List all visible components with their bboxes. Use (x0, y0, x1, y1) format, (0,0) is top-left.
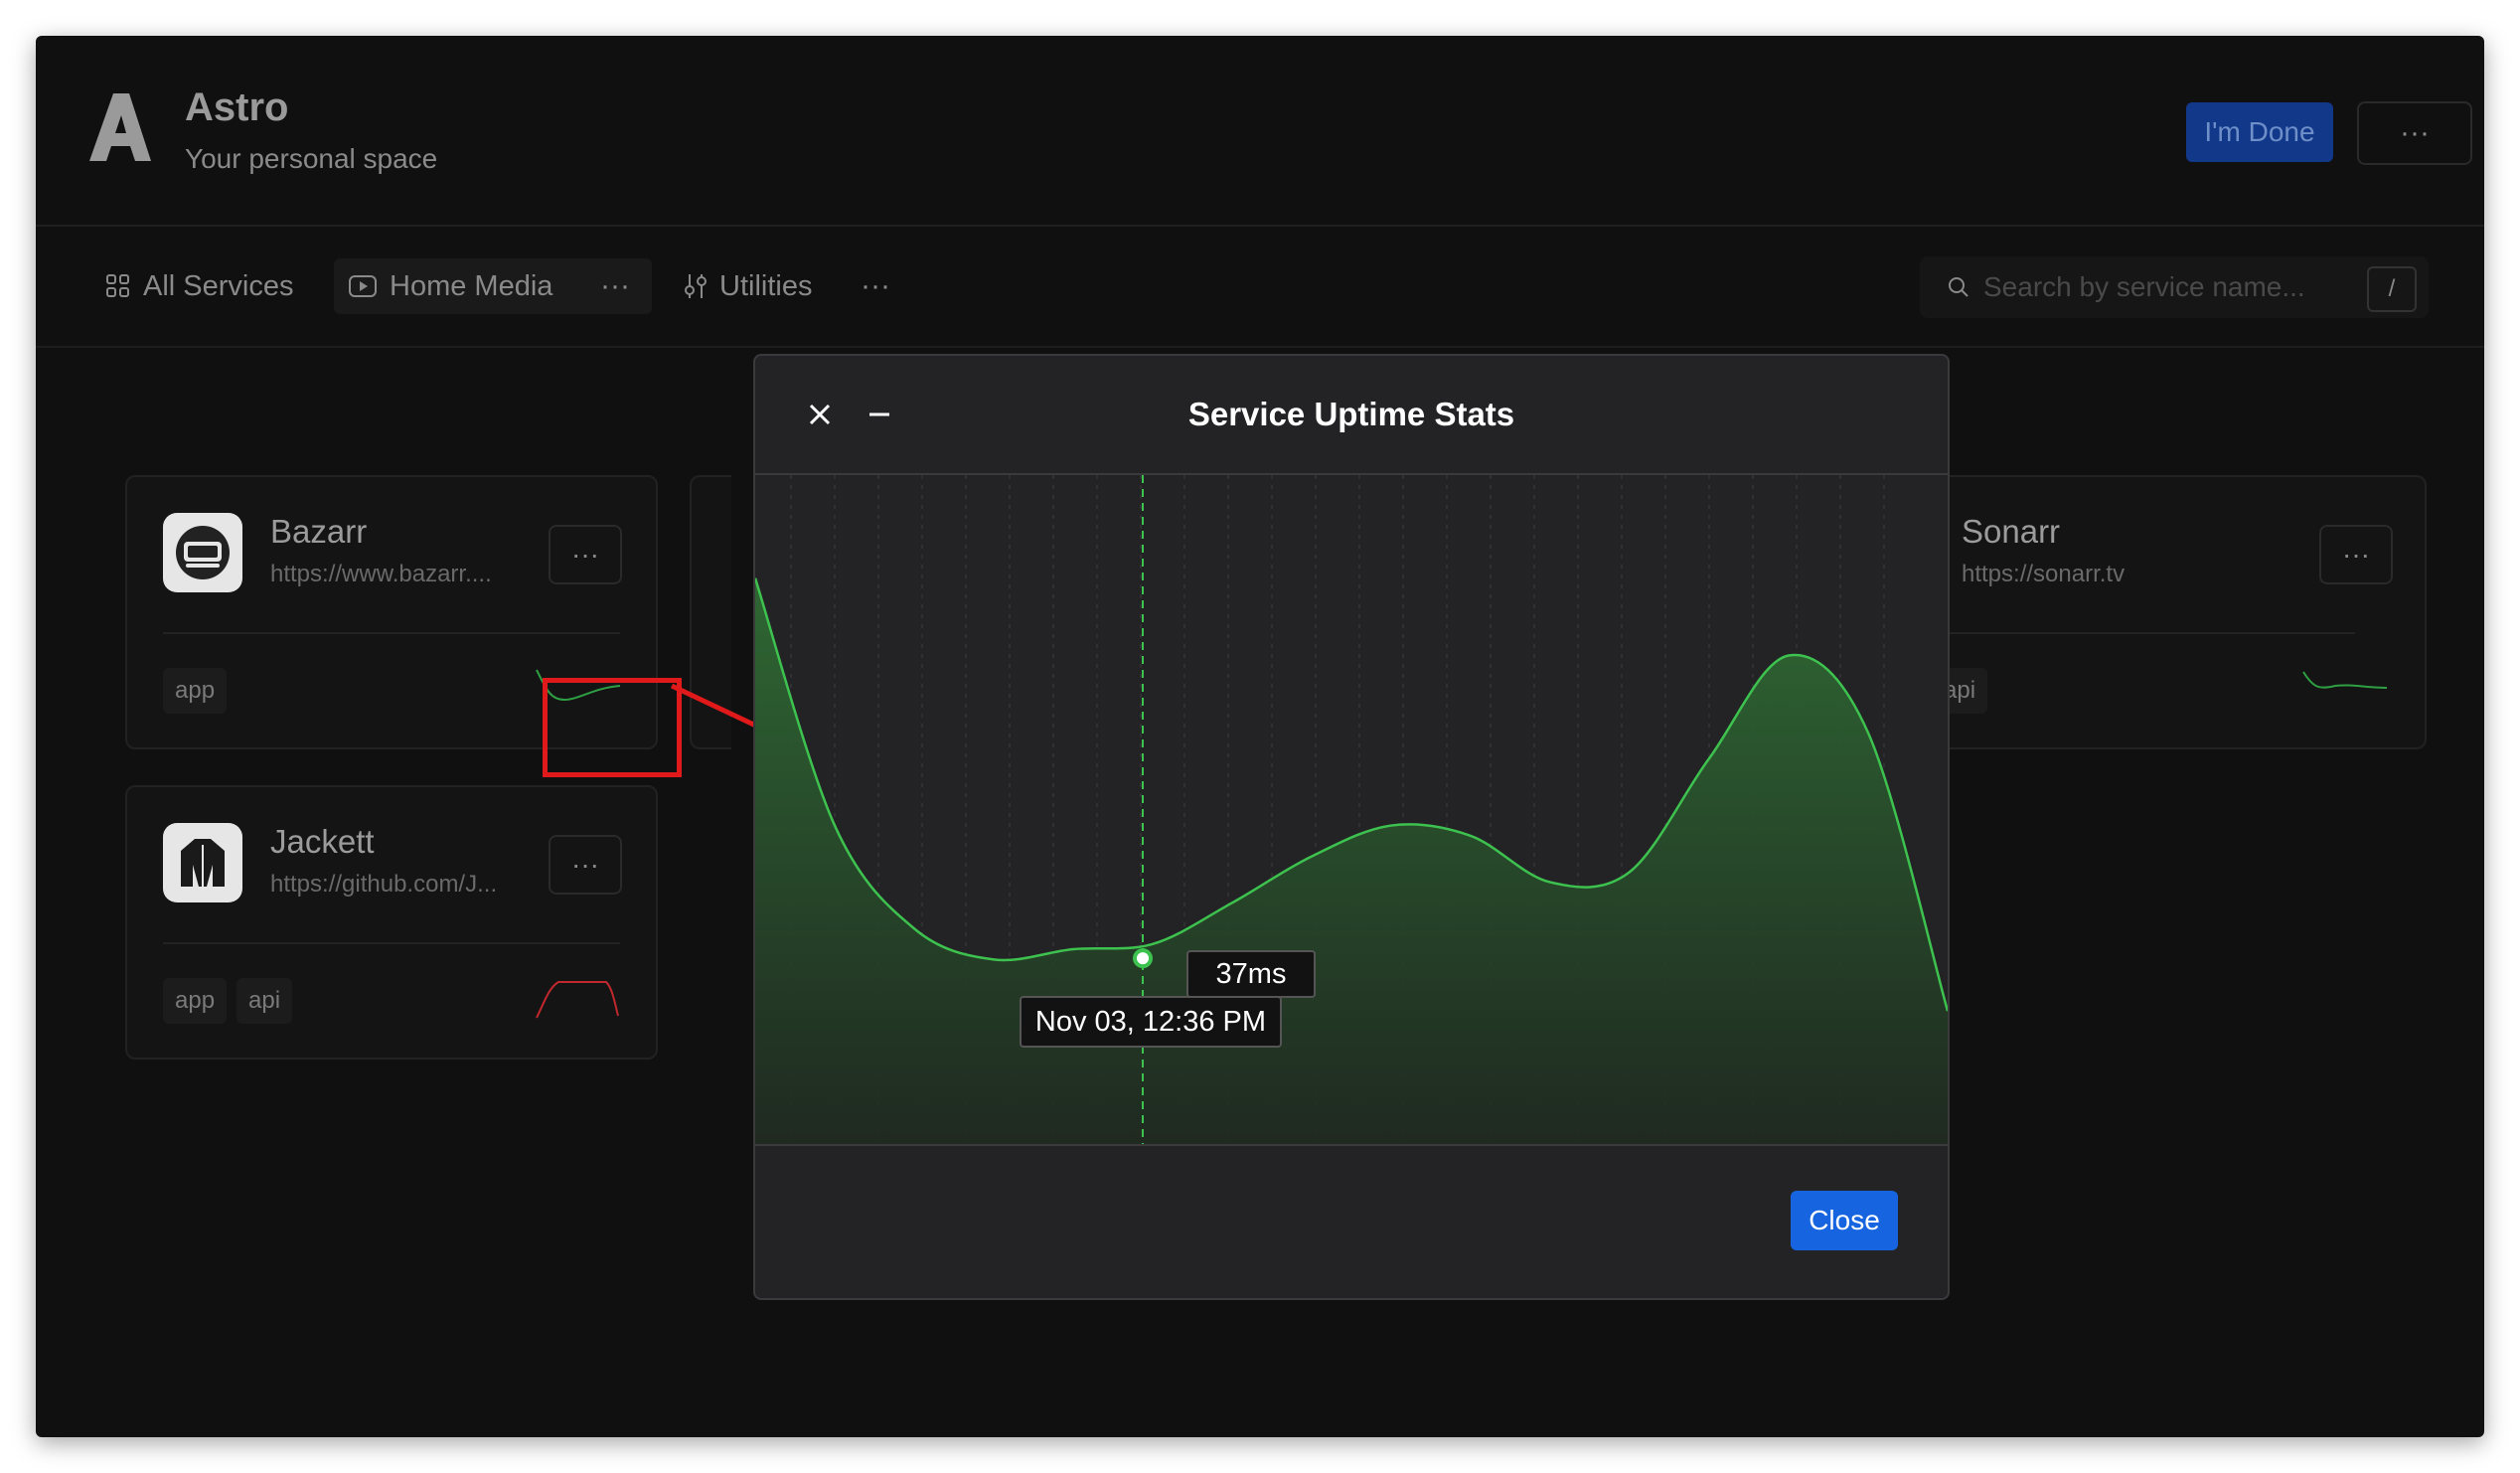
tooltip-value: 37ms (1186, 950, 1316, 999)
service-name: Sonarr (1962, 513, 2061, 550)
data-point-marker[interactable] (1133, 948, 1153, 969)
uptime-stats-modal: Service Uptime Stats Nov 03, 12:36 PM 37… (753, 354, 1950, 1300)
minimize-icon[interactable] (866, 402, 892, 427)
search-field[interactable]: Search by service name... / (1920, 256, 2429, 318)
divider (163, 942, 620, 944)
header-more-button[interactable]: ··· (2357, 101, 2472, 165)
uptime-area (755, 577, 1948, 1145)
service-more-button[interactable]: ··· (549, 835, 622, 895)
tag-api: api (236, 978, 293, 1024)
jacket-logo-icon (163, 823, 242, 902)
uptime-sparkline[interactable] (535, 976, 624, 1020)
close-button[interactable]: Close (1791, 1191, 1898, 1250)
tooltip-time: Nov 03, 12:36 PM (1020, 996, 1282, 1049)
search-shortcut-key: / (2367, 266, 2417, 312)
modal-title: Service Uptime Stats (1187, 396, 1515, 432)
service-url[interactable]: https://github.com/J... (270, 871, 497, 899)
search-input[interactable]: Search by service name... (1983, 271, 2305, 303)
app-window: Astro Your personal space I'm Done ··· A… (36, 36, 2484, 1437)
modal-header: Service Uptime Stats (755, 356, 1948, 475)
service-url[interactable]: https://sonarr.tv (1962, 561, 2125, 588)
service-card-sonarr[interactable]: Sonarr https://sonarr.tv ··· api (1904, 475, 2427, 749)
uptime-sparkline[interactable] (2301, 666, 2391, 710)
divider (1904, 632, 2355, 634)
close-icon[interactable] (807, 402, 833, 427)
tag-app: app (163, 978, 228, 1024)
service-more-button[interactable]: ··· (2319, 525, 2393, 584)
im-done-button[interactable]: I'm Done (2186, 102, 2333, 162)
search-icon (1949, 277, 1969, 297)
uptime-chart[interactable] (755, 475, 1948, 1147)
